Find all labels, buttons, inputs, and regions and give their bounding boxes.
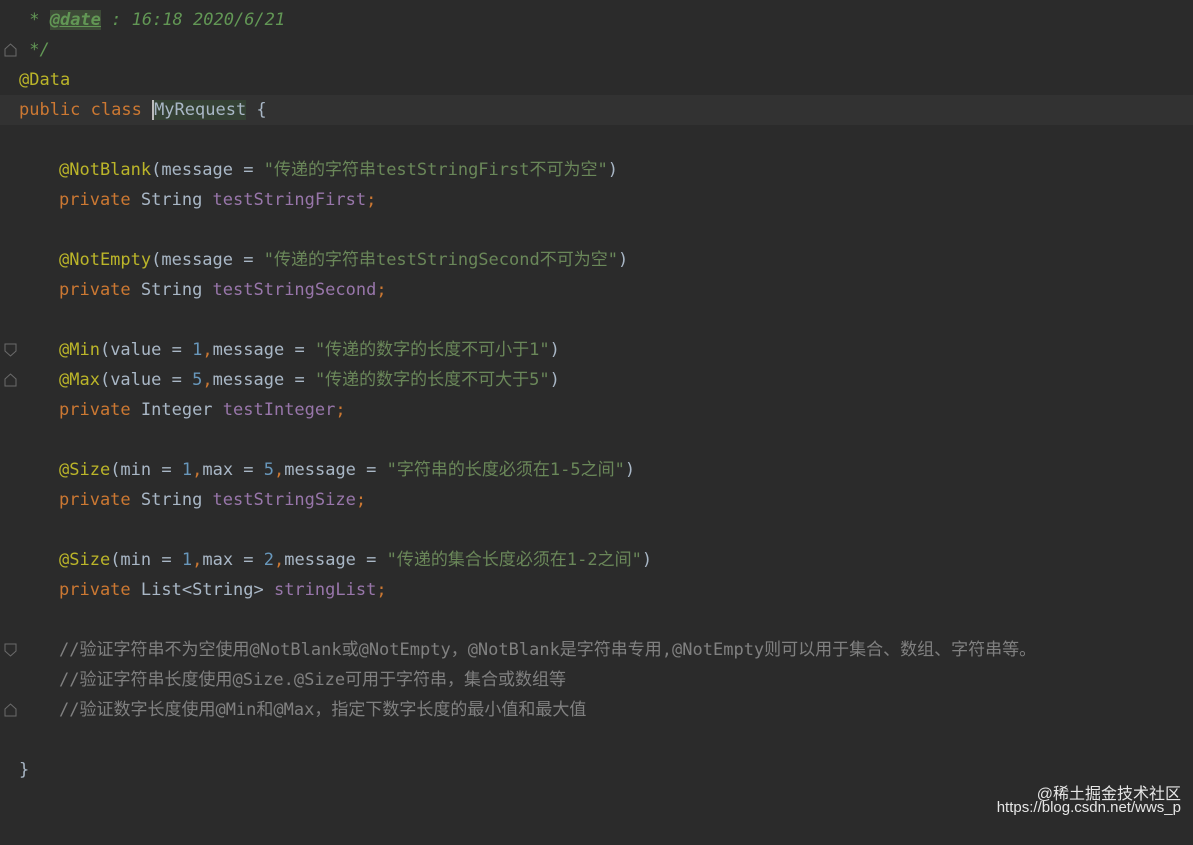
size-annotation: @Size <box>59 550 111 570</box>
doc-comment-end: */ <box>19 40 50 60</box>
data-annotation: @Data <box>19 70 71 90</box>
code-line: */ <box>0 35 1193 65</box>
field-type: List<String> <box>140 580 274 600</box>
number-literal: 1 <box>192 340 203 360</box>
string-literal: "传递的数字的长度不可大于5" <box>314 370 550 390</box>
doc-date-tag: @date <box>49 10 101 30</box>
field-type: String <box>140 190 213 210</box>
notempty-annotation: @NotEmpty <box>59 250 152 270</box>
number-literal: 1 <box>181 460 193 480</box>
watermark-url: https://blog.csdn.net/wws_p <box>996 799 1181 816</box>
code-line-current: public class MyRequest { <box>0 95 1193 125</box>
code-line: //验证字符串长度使用@Size.@Size可用于字符串，集合或数组等 <box>0 665 1193 695</box>
code-line: @Size(min = 1,max = 2,message = "传递的集合长度… <box>59 550 653 570</box>
field-name: testStringSize <box>212 490 356 510</box>
code-line: @Data <box>0 65 1193 95</box>
line-comment: //验证字符串长度使用@Size.@Size可用于字符串，集合或数组等 <box>59 670 567 690</box>
string-literal: "传递的数字的长度不可小于1" <box>314 340 550 360</box>
size-annotation: @Size <box>59 460 111 480</box>
code-line: @Max(value = 5,message = "传递的数字的长度不可大于5"… <box>0 365 1193 395</box>
code-line: private String testStringSize; <box>59 490 367 510</box>
line-comment: //验证数字长度使用@Min和@Max，指定下数字长度的最小值和最大值 <box>59 700 587 720</box>
code-line: private List<String> stringList; <box>59 580 387 600</box>
field-name: testInteger <box>222 400 336 420</box>
class-close-brace: } <box>19 760 30 780</box>
code-line: //验证数字长度使用@Min和@Max，指定下数字长度的最小值和最大值 <box>0 695 1193 725</box>
private-keyword: private <box>59 490 141 510</box>
code-line: @Min(value = 1,message = "传递的数字的长度不可小于1"… <box>0 335 1193 365</box>
notblank-annotation: @NotBlank <box>59 160 152 180</box>
line-comment: //验证字符串不为空使用@NotBlank或@NotEmpty，@NotBlan… <box>59 640 1037 660</box>
fold-end-icon[interactable] <box>4 703 17 717</box>
field-type: Integer <box>140 400 223 420</box>
code-editor[interactable]: * @date : 16:18 2020/6/21 */ @Data publi… <box>0 0 1193 826</box>
field-name: testStringSecond <box>212 280 377 300</box>
fold-start-icon[interactable] <box>4 643 17 657</box>
private-keyword: private <box>59 280 141 300</box>
number-literal: 5 <box>192 370 203 390</box>
code-line: * @date : 16:18 2020/6/21 <box>0 5 1193 35</box>
private-keyword: private <box>59 580 141 600</box>
doc-date-value: : 16:18 2020/6/21 <box>100 10 286 30</box>
field-type: String <box>140 280 213 300</box>
code-line: @NotEmpty(message = "传递的字符串testStringSec… <box>59 250 629 270</box>
code-line: private Integer testInteger; <box>59 400 346 420</box>
code-line: private String testStringSecond; <box>59 280 387 300</box>
code-line: @Size(min = 1,max = 5,message = "字符串的长度必… <box>59 460 636 480</box>
class-name[interactable]: MyRequest <box>152 100 247 120</box>
private-keyword: private <box>59 190 141 210</box>
field-name: testStringFirst <box>212 190 367 210</box>
max-annotation: @Max <box>59 370 100 390</box>
fold-end-icon[interactable] <box>4 43 17 57</box>
code-line: } <box>0 755 1193 785</box>
number-literal: 2 <box>263 550 275 570</box>
string-literal: "传递的集合长度必须在1-2之间" <box>386 550 642 570</box>
class-keywords: public class <box>19 100 153 120</box>
string-literal: "字符串的长度必须在1-5之间" <box>386 460 625 480</box>
doc-comment-prefix: * <box>19 10 50 30</box>
private-keyword: private <box>59 400 141 420</box>
class-open-brace: { <box>246 100 267 120</box>
string-literal: "传递的字符串testStringFirst不可为空" <box>263 160 608 180</box>
min-annotation: @Min <box>59 340 100 360</box>
number-literal: 1 <box>181 550 193 570</box>
field-type: String <box>140 490 213 510</box>
field-name: stringList <box>273 580 377 600</box>
string-literal: "传递的字符串testStringSecond不可为空" <box>263 250 618 270</box>
code-line: //验证字符串不为空使用@NotBlank或@NotEmpty，@NotBlan… <box>0 635 1193 665</box>
fold-start-icon[interactable] <box>4 343 17 357</box>
number-literal: 5 <box>263 460 275 480</box>
fold-end-icon[interactable] <box>4 373 17 387</box>
code-line: private String testStringFirst; <box>59 190 377 210</box>
code-line: @NotBlank(message = "传递的字符串testStringFir… <box>59 160 618 180</box>
